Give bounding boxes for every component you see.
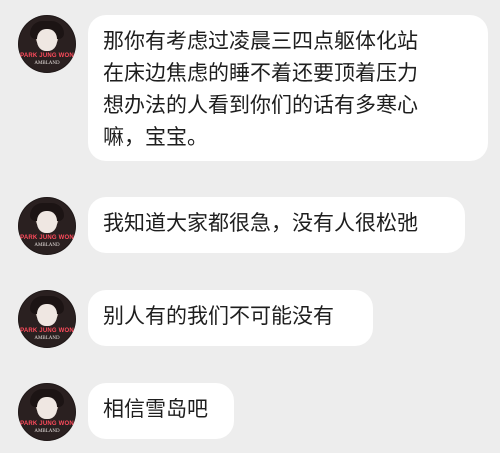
- avatar-signature-text: AMBLAND: [34, 243, 60, 248]
- avatar-face: [37, 29, 57, 51]
- message-bubble[interactable]: 别人有的我们不可能没有: [88, 290, 373, 346]
- avatar-brand-text: PARK JUNG WON: [20, 328, 74, 334]
- message-bubble[interactable]: 那你有考虑过凌晨三四点躯体化站 在床边焦虑的睡不着还要顶着压力 想办法的人看到你…: [88, 15, 488, 161]
- message-bubble[interactable]: 我知道大家都很急，没有人很松弛: [88, 197, 465, 253]
- avatar-face: [37, 211, 57, 233]
- avatar-signature-text: AMBLAND: [34, 429, 60, 434]
- sender-avatar[interactable]: PARK JUNG WON AMBLAND: [18, 290, 76, 348]
- chat-message-list: PARK JUNG WON AMBLAND 那你有考虑过凌晨三四点躯体化站 在床…: [0, 0, 500, 453]
- chat-message-3: PARK JUNG WON AMBLAND 别人有的我们不可能没有: [18, 290, 373, 348]
- avatar-brand-text: PARK JUNG WON: [20, 235, 74, 241]
- avatar-signature-text: AMBLAND: [34, 61, 60, 66]
- avatar-brand-text: PARK JUNG WON: [20, 421, 74, 427]
- chat-message-4: PARK JUNG WON AMBLAND 相信雪岛吧: [18, 383, 234, 441]
- sender-avatar[interactable]: PARK JUNG WON AMBLAND: [18, 197, 76, 255]
- chat-message-2: PARK JUNG WON AMBLAND 我知道大家都很急，没有人很松弛: [18, 197, 465, 255]
- avatar-signature-text: AMBLAND: [34, 336, 60, 341]
- avatar-face: [37, 397, 57, 419]
- avatar-face: [37, 304, 57, 326]
- sender-avatar[interactable]: PARK JUNG WON AMBLAND: [18, 15, 76, 73]
- message-bubble[interactable]: 相信雪岛吧: [88, 383, 234, 439]
- avatar-brand-text: PARK JUNG WON: [20, 53, 74, 59]
- chat-message-1: PARK JUNG WON AMBLAND 那你有考虑过凌晨三四点躯体化站 在床…: [18, 15, 488, 161]
- sender-avatar[interactable]: PARK JUNG WON AMBLAND: [18, 383, 76, 441]
